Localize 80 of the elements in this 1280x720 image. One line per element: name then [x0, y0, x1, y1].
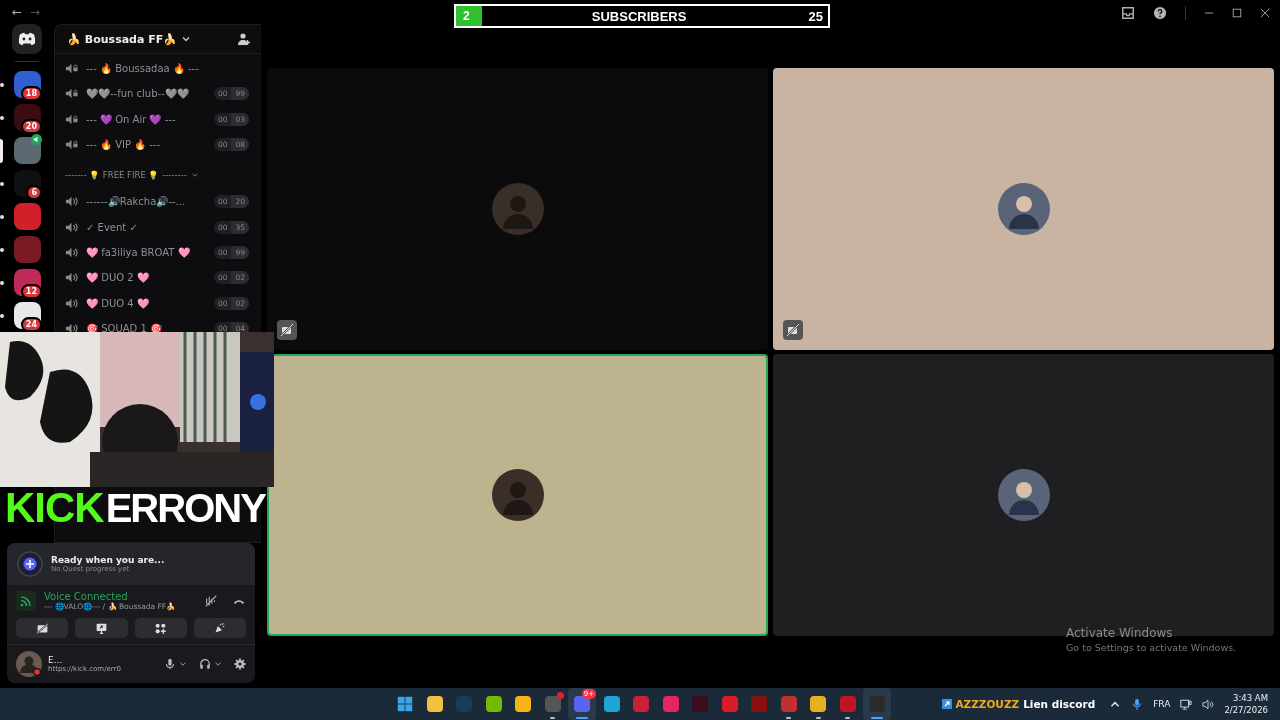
channel-name[interactable]: 🩷 DUO 4 🩷	[86, 297, 206, 309]
running-indicator	[550, 717, 555, 719]
brand-text: KICK	[5, 486, 104, 530]
server-item[interactable]: 18	[0, 68, 54, 101]
video-tile[interactable]	[267, 354, 768, 636]
voice-status[interactable]: Voice Connected	[44, 591, 190, 602]
participant-avatar	[491, 183, 544, 235]
discord-logo-icon[interactable]	[12, 24, 42, 54]
video-tile[interactable]	[773, 354, 1274, 636]
chevron-down-icon[interactable]	[181, 34, 192, 44]
speaker-icon	[31, 134, 42, 145]
camera-off-icon	[277, 320, 297, 340]
shapes-icon	[154, 621, 168, 635]
help-icon[interactable]	[1153, 6, 1167, 20]
taskbar-button[interactable]	[863, 688, 891, 720]
channel-name[interactable]: ------🔊Rakcha🔊--...	[86, 196, 206, 208]
goal-label: SUBSCRIBERS	[590, 8, 688, 24]
unread-badge: 6	[26, 185, 42, 200]
language-indicator[interactable]: FRA	[1153, 699, 1171, 709]
channel-name[interactable]: 🩶🩶--fun club--🩶🩶	[86, 88, 206, 100]
headphones-icon[interactable]	[199, 658, 211, 670]
chevron-down-icon[interactable]	[190, 171, 199, 180]
close-icon[interactable]	[1260, 8, 1270, 18]
running-indicator	[786, 717, 791, 719]
channel-name[interactable]: ✓ Event ✓	[86, 221, 206, 233]
server-item[interactable]: 20	[0, 101, 54, 134]
noise-suppression-icon[interactable]	[204, 594, 218, 608]
add-person-icon[interactable]	[237, 32, 251, 46]
channel-name[interactable]: --- 💜 On Air 💜 ---	[86, 113, 206, 125]
screen-share-button[interactable]	[75, 618, 128, 638]
notification-dot	[556, 692, 564, 699]
running-indicator	[845, 717, 850, 719]
back-arrow[interactable]: ←	[12, 5, 23, 19]
activities-button[interactable]	[134, 618, 187, 638]
promo-name: AZZZOUZZ	[955, 698, 1020, 710]
microphone-icon[interactable]	[164, 658, 176, 670]
participant-avatar	[997, 183, 1050, 235]
signal-icon	[16, 591, 36, 611]
chevron-down-icon[interactable]	[214, 660, 222, 668]
server-name[interactable]: 🍌 Boussada FF🍌	[67, 32, 178, 46]
camera-off-button[interactable]	[16, 618, 69, 638]
screen-share-icon	[94, 621, 108, 635]
channel-name[interactable]: --- 🔥 Boussadaa 🔥 ---	[86, 63, 257, 75]
video-tile[interactable]	[267, 68, 768, 350]
shortcut-icon	[942, 699, 953, 709]
streamer-name: ERRONY	[105, 486, 265, 530]
active-indicator	[871, 717, 883, 719]
video-tile[interactable]	[773, 68, 1274, 350]
current-count: 2	[463, 9, 470, 23]
activation-title: Activate Windows	[1066, 626, 1174, 640]
participant-avatar	[997, 469, 1050, 521]
inbox-icon[interactable]	[1121, 6, 1135, 20]
chevron-down-icon[interactable]	[179, 660, 187, 668]
active-indicator	[576, 717, 588, 719]
clock[interactable]: 3:43 AM 2/27/2026	[1224, 692, 1268, 716]
camera-off-icon	[35, 621, 49, 635]
running-indicator	[815, 717, 821, 719]
user-avatar[interactable]	[16, 651, 42, 677]
channel-name[interactable]: 🩷 fa3iliya BROAT 🩷	[86, 246, 206, 258]
server-item[interactable]: 6	[0, 167, 54, 200]
settings-icon[interactable]	[234, 658, 246, 670]
maximize-icon[interactable]	[1232, 8, 1242, 18]
username: E...	[48, 655, 64, 665]
network-icon[interactable]	[1180, 697, 1193, 711]
server-icon[interactable]	[13, 137, 41, 164]
party-popper-icon	[213, 621, 227, 635]
camera-off-icon	[783, 320, 803, 340]
activation-message: Go to Settings to activate Windows.	[1066, 642, 1237, 653]
server-item[interactable]: 12	[0, 266, 54, 299]
volume-icon[interactable]	[1202, 697, 1215, 711]
category-name[interactable]: ------- 💡 FREE FIRE 💡 --------	[65, 170, 187, 181]
soundboard-button[interactable]	[193, 618, 246, 638]
microphone-icon[interactable]	[1131, 697, 1144, 711]
channel-name[interactable]: --- 🔥 VIP 🔥 ---	[86, 139, 206, 151]
channel-name[interactable]: 🩷 DUO 2 🩷	[86, 272, 206, 284]
goal-count: 25	[808, 8, 823, 24]
promo-text: Lien discord	[1023, 698, 1096, 710]
participant-avatar	[491, 469, 544, 521]
compass-icon	[17, 551, 43, 577]
quest-title: Ready when you are...	[51, 555, 165, 565]
